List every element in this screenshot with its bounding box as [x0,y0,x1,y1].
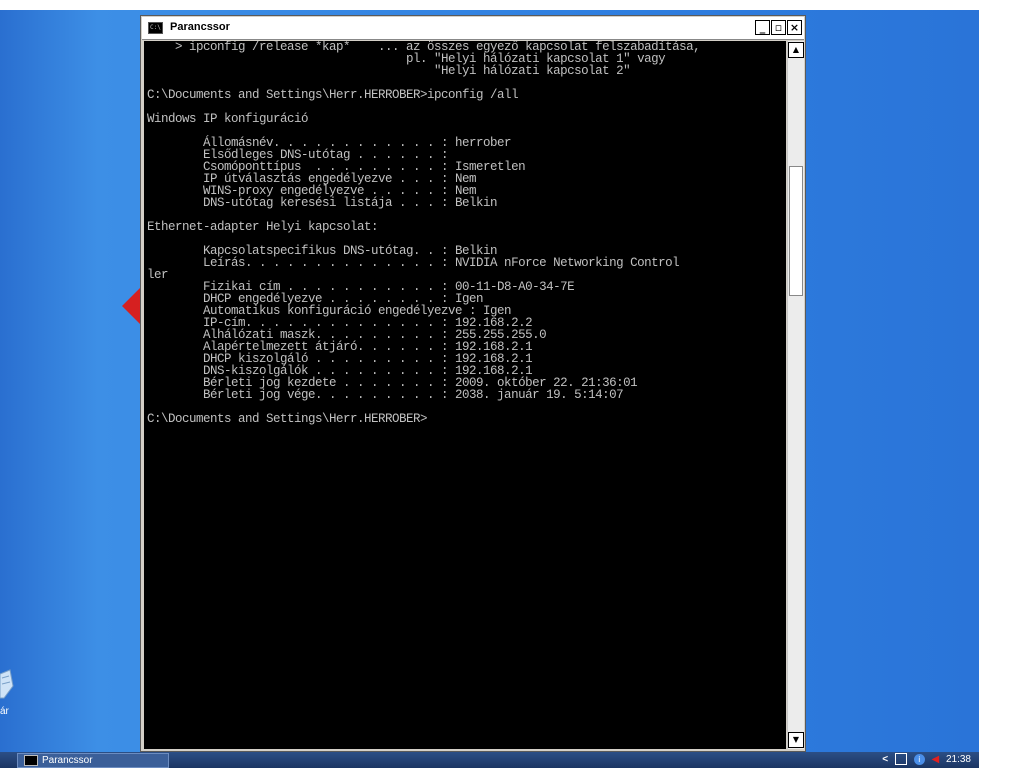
taskbar-button-label: Parancssor [42,755,93,766]
system-tray: < i ◀ 21:38 [882,753,971,768]
recycle-bin-icon[interactable] [0,668,14,702]
scrollbar-thumb[interactable] [789,166,803,296]
window-title: Parancssor [170,21,230,33]
console-text[interactable]: > ipconfig /release *kap* ... az összes … [144,41,786,425]
tray-expand-icon[interactable]: < [882,753,888,767]
maximize-icon: ▫ [774,21,783,34]
maximize-button[interactable]: ▫ [771,20,786,35]
vertical-scrollbar[interactable]: ▲ ▼ [787,41,804,749]
network-icon[interactable] [894,753,907,766]
scroll-up-icon: ▲ [792,45,800,54]
minimize-icon: _ [759,21,766,34]
console-output[interactable]: > ipconfig /release *kap* ... az összes … [144,41,786,749]
scroll-up-button[interactable]: ▲ [788,42,804,58]
command-prompt-window: C:\ Parancssor _ ▫ × > ipconfig /release… [140,15,806,752]
close-icon: × [789,21,800,34]
desktop-icon-label[interactable]: ár [0,706,9,717]
cmd-icon[interactable]: C:\ [148,22,163,34]
taskbar: Parancssor < i ◀ 21:38 [0,752,979,768]
cmd-icon [24,754,38,766]
clock[interactable]: 21:38 [946,754,971,765]
taskbar-button-cmd[interactable]: Parancssor [17,753,169,768]
info-icon[interactable]: i [913,753,925,765]
volume-icon[interactable]: ◀ [931,753,939,767]
window-titlebar[interactable]: C:\ Parancssor _ ▫ × [142,17,804,40]
red-arrow-shape [122,286,142,326]
close-button[interactable]: × [787,20,802,35]
scroll-down-icon: ▼ [792,735,800,744]
scroll-down-button[interactable]: ▼ [788,732,804,748]
minimize-button[interactable]: _ [755,20,770,35]
